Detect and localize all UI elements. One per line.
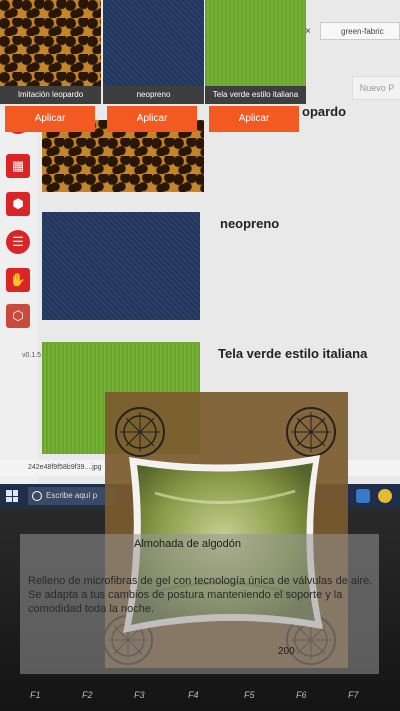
- apply-leopard-button[interactable]: Aplicar: [5, 106, 95, 132]
- apply-neoprene-button[interactable]: Aplicar: [107, 106, 197, 132]
- chrome-icon: [378, 489, 392, 503]
- key-f1: F1: [30, 690, 41, 700]
- hand-box-icon: ✋: [6, 268, 30, 292]
- list-title-green: Tela verde estilo italiana: [218, 346, 368, 361]
- browser-tab: green-fabric: [320, 22, 400, 40]
- building-icon: ▦: [6, 154, 30, 178]
- swatch-leopard[interactable]: [0, 0, 101, 86]
- key-f3: F3: [134, 690, 145, 700]
- swatch-label-neoprene: neopreno: [103, 86, 204, 104]
- key-f4: F4: [188, 690, 199, 700]
- key-f7: F7: [348, 690, 359, 700]
- new-product-button: Nuevo P: [352, 76, 400, 100]
- list-title-neoprene: neopreno: [220, 216, 280, 231]
- box-icon: ⬢: [6, 192, 30, 216]
- swatch-label-leopard: Imitación leopardo: [0, 86, 101, 104]
- swatch-green[interactable]: [205, 0, 306, 86]
- key-f6: F6: [296, 690, 307, 700]
- key-f5: F5: [244, 690, 255, 700]
- app-sidebar: ▦ ⬢ ☰ ✋ ⬡ v0.1.5: [0, 110, 42, 490]
- neoprene-thumbnail: [42, 212, 200, 320]
- material-picker: Imitación leopardo Aplicar neopreno Apli…: [0, 0, 310, 138]
- list-icon: ☰: [6, 230, 30, 254]
- swatch-neoprene[interactable]: [103, 0, 204, 86]
- swatch-label-green: Tela verde estilo italiana: [205, 86, 306, 104]
- version-label: v0.1.5: [22, 352, 42, 359]
- windows-start-icon: [6, 490, 18, 502]
- product-description: Relleno de microfibras de gel con tecnol…: [28, 575, 373, 615]
- hexagon-pattern-icon: ⬡: [6, 304, 30, 328]
- key-f2: F2: [82, 690, 93, 700]
- product-info-panel: Almohada de algodón Relleno de microfibr…: [20, 534, 379, 674]
- apply-green-button[interactable]: Aplicar: [209, 106, 299, 132]
- product-name: Almohada de algodón: [134, 538, 242, 550]
- product-price: 200: [278, 646, 295, 657]
- cortana-icon: [32, 491, 42, 501]
- vscode-icon: [356, 489, 370, 503]
